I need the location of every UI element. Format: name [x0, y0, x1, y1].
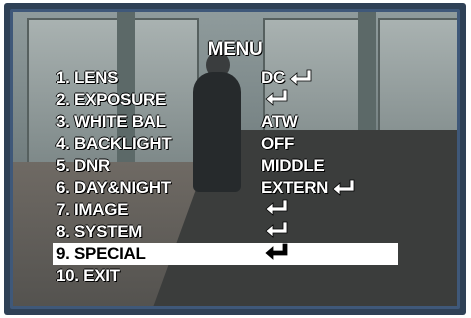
menu-item-exit[interactable]: 10. EXIT: [53, 265, 398, 287]
osd-viewport: MENU 1. LENS DC 2. EXPOSURE 3. WHITE BAL…: [10, 9, 460, 309]
enter-arrow-icon: [265, 221, 289, 239]
menu-title: MENU: [207, 39, 263, 60]
menu-item-exposure[interactable]: 2. EXPOSURE: [53, 89, 398, 111]
menu-item-label: 5. DNR: [56, 156, 110, 175]
menu-item-backlight[interactable]: 4. BACKLIGHT OFF: [53, 133, 398, 155]
menu-item-white-bal[interactable]: 3. WHITE BAL ATW: [53, 111, 398, 133]
menu-item-value: ATW: [261, 112, 298, 131]
enter-arrow-icon: [265, 243, 289, 261]
enter-arrow-icon: [265, 199, 289, 217]
menu-item-label: 8. SYSTEM: [56, 222, 143, 241]
camera-screen: MENU 1. LENS DC 2. EXPOSURE 3. WHITE BAL…: [4, 3, 466, 315]
menu-item-lens[interactable]: 1. LENS DC: [53, 67, 398, 89]
menu-item-value: DC: [261, 68, 285, 87]
menu-item-label: 3. WHITE BAL: [56, 112, 166, 131]
osd-menu: MENU 1. LENS DC 2. EXPOSURE 3. WHITE BAL…: [13, 12, 457, 306]
menu-item-label: 6. DAY&NIGHT: [56, 178, 171, 197]
enter-arrow-icon: [332, 179, 356, 197]
menu-item-dnr[interactable]: 5. DNR MIDDLE: [53, 155, 398, 177]
monitor-frame: MENU 1. LENS DC 2. EXPOSURE 3. WHITE BAL…: [0, 0, 471, 318]
menu-item-label: 9. SPECIAL: [56, 244, 146, 263]
menu-item-value: OFF: [261, 134, 295, 153]
menu-item-value: MIDDLE: [261, 156, 325, 175]
menu-item-label: 1. LENS: [56, 68, 119, 87]
menu-item-image[interactable]: 7. IMAGE: [53, 199, 398, 221]
menu-item-day-night[interactable]: 6. DAY&NIGHT EXTERN: [53, 177, 398, 199]
menu-item-system[interactable]: 8. SYSTEM: [53, 221, 398, 243]
menu-item-label: 10. EXIT: [56, 266, 120, 285]
menu-item-label: 2. EXPOSURE: [56, 90, 167, 109]
enter-arrow-icon: [265, 89, 289, 107]
enter-arrow-icon: [289, 69, 313, 87]
menu-item-label: 7. IMAGE: [56, 200, 129, 219]
menu-item-value: EXTERN: [261, 178, 329, 197]
menu-item-label: 4. BACKLIGHT: [56, 134, 172, 153]
menu-item-special[interactable]: 9. SPECIAL: [53, 243, 398, 265]
